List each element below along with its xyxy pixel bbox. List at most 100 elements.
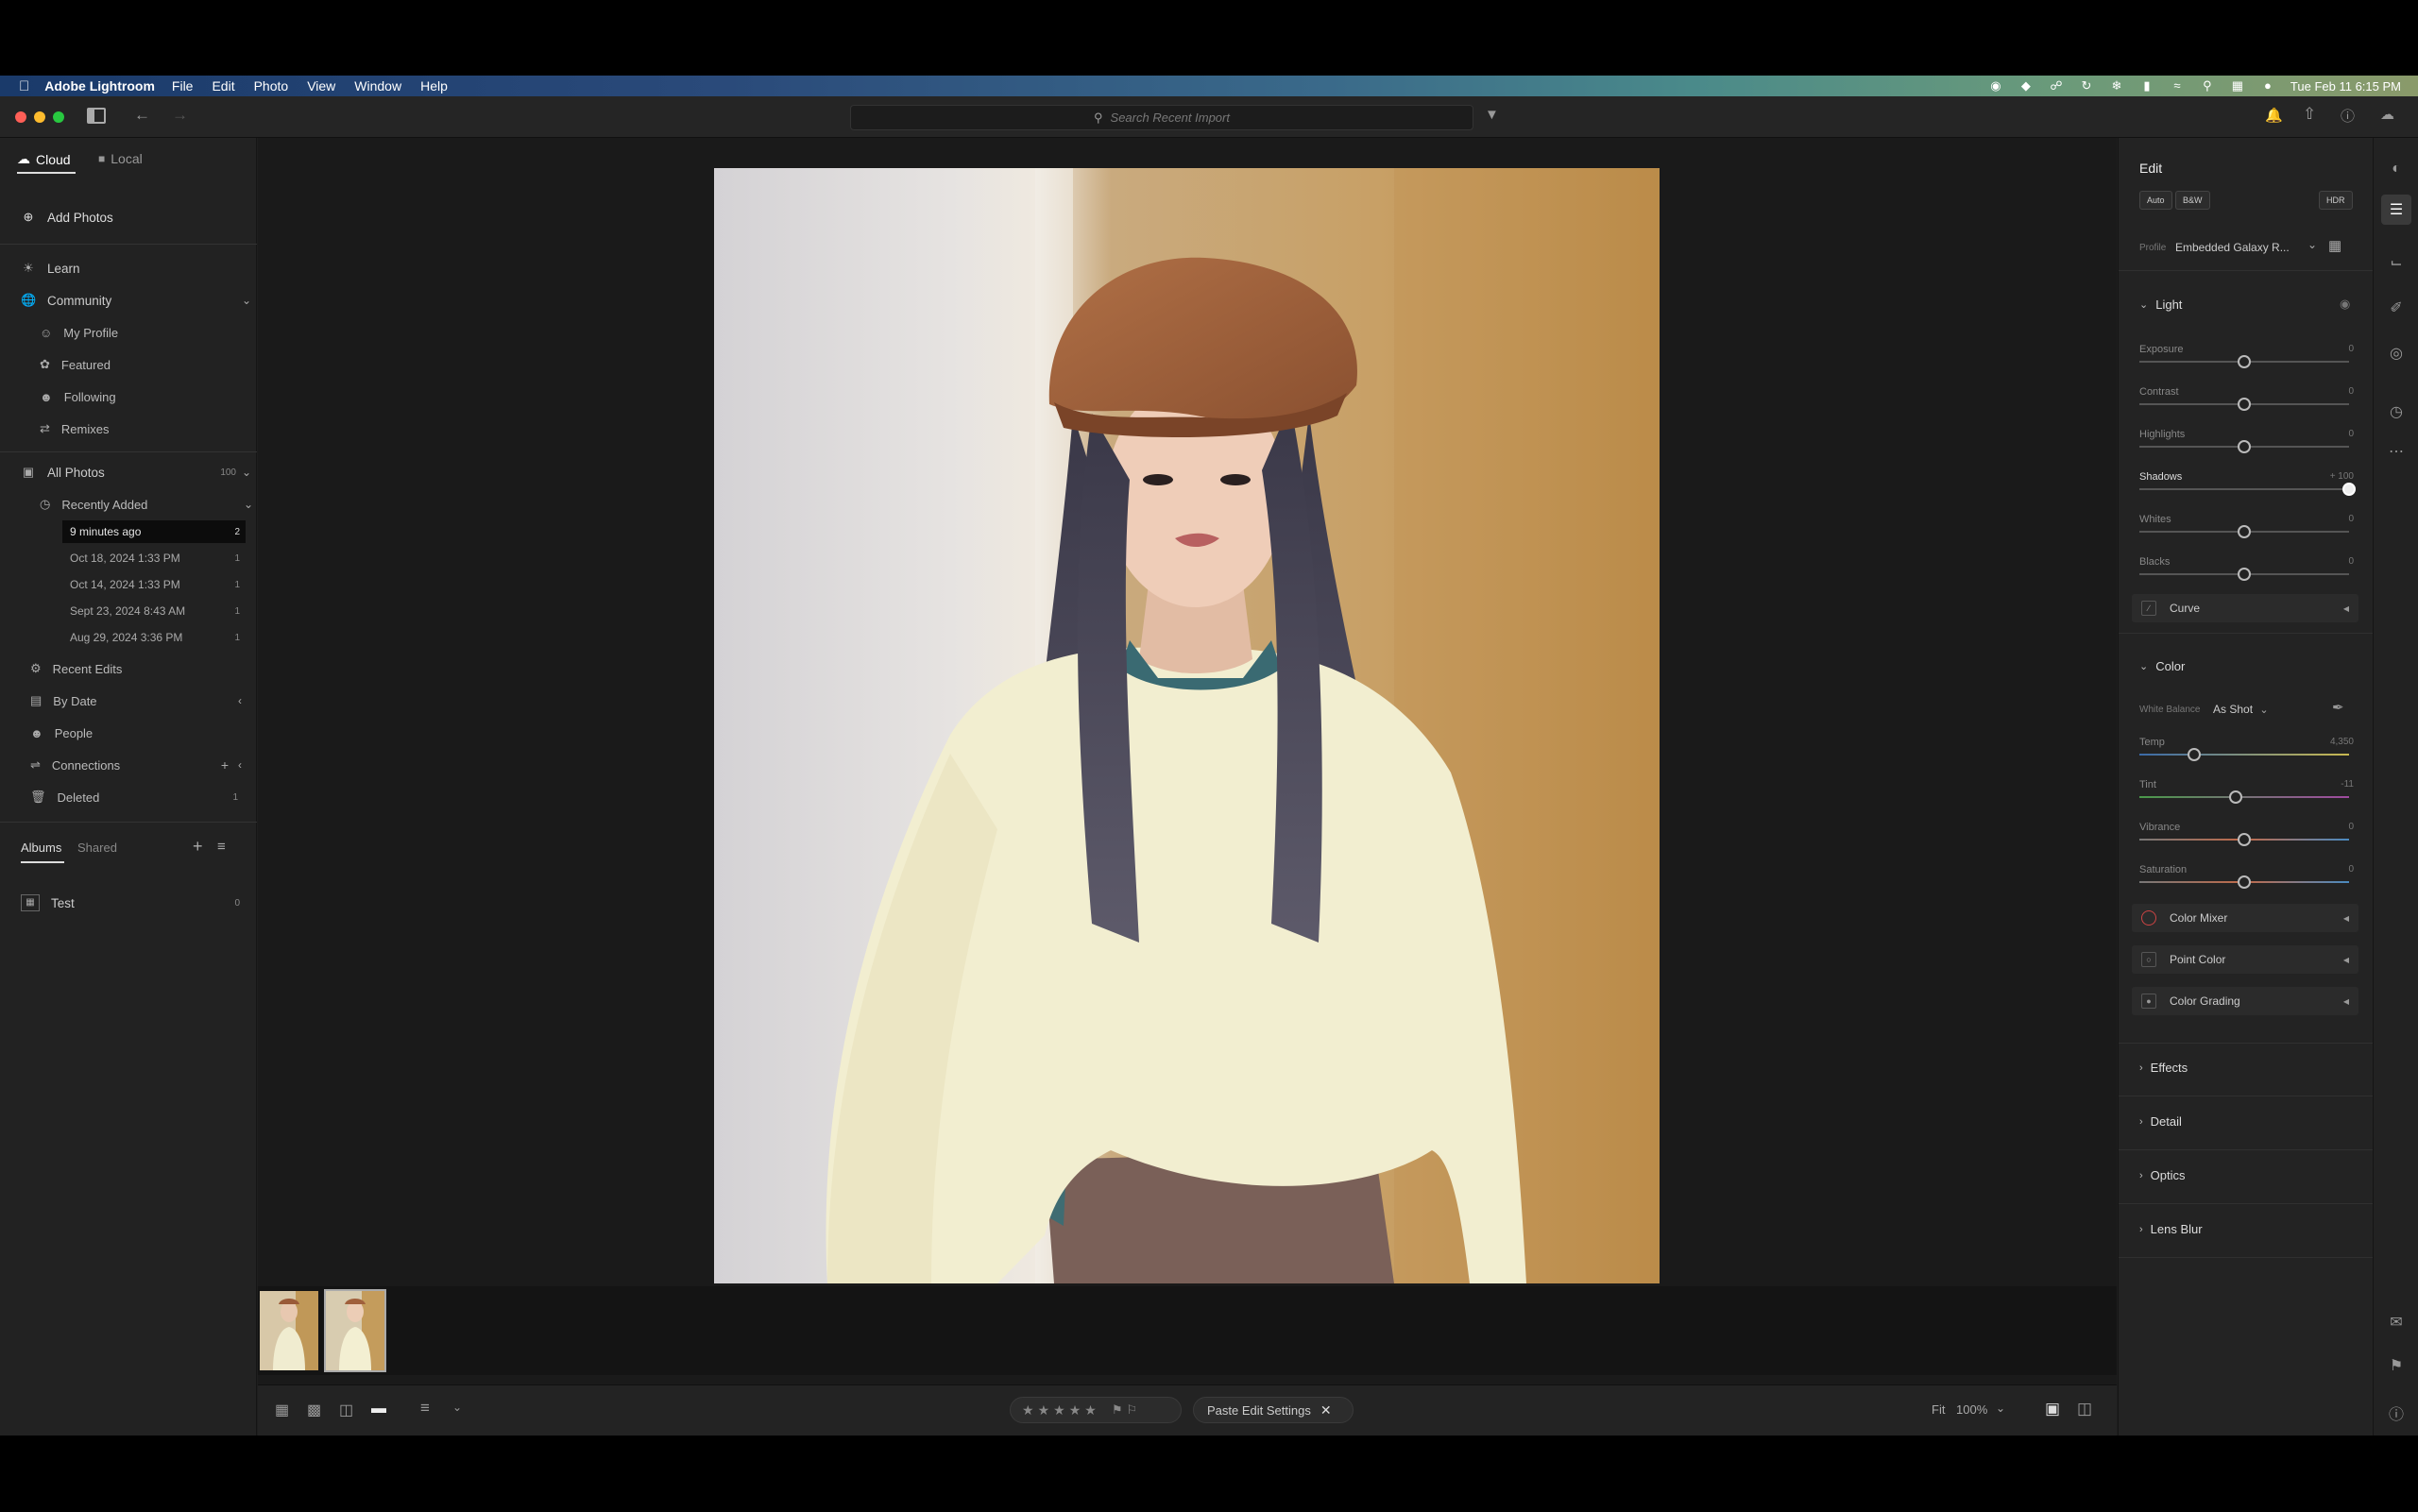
history-icon[interactable]: ◷ bbox=[2387, 402, 2406, 421]
album-item[interactable]: ▦ Test 0 bbox=[21, 892, 240, 914]
nav-deleted[interactable]: 🗑 Deleted 1 bbox=[30, 787, 238, 807]
nav-following[interactable]: ☻ Following bbox=[40, 386, 247, 407]
slider-value[interactable]: 0 bbox=[2348, 514, 2354, 524]
date-item[interactable]: Oct 18, 2024 1:33 PM 1 bbox=[62, 547, 246, 569]
star-1-icon[interactable]: ★ bbox=[1022, 1402, 1034, 1419]
slider-handle[interactable] bbox=[2238, 875, 2251, 889]
crop-icon[interactable]: ⌙ bbox=[2387, 253, 2406, 272]
slider-value[interactable]: 4,350 bbox=[2330, 737, 2354, 747]
slider-handle[interactable] bbox=[2238, 355, 2251, 368]
slider-handle[interactable] bbox=[2187, 748, 2201, 761]
slider-track[interactable] bbox=[2139, 754, 2349, 756]
slider-handle[interactable] bbox=[2238, 568, 2251, 581]
back-arrow-icon[interactable]: ← bbox=[134, 106, 150, 125]
battery-icon[interactable]: ▮ bbox=[2139, 79, 2154, 93]
wifi-icon[interactable]: ≈ bbox=[2170, 79, 2185, 93]
tab-shared[interactable]: Shared bbox=[77, 841, 117, 855]
star-5-icon[interactable]: ★ bbox=[1084, 1402, 1097, 1419]
slider-value[interactable]: 0 bbox=[2348, 556, 2354, 567]
chevron-down-icon[interactable]: ⌄ bbox=[242, 294, 251, 307]
nav-connections[interactable]: ⇌ Connections + ‹ bbox=[30, 755, 242, 775]
slider-handle[interactable] bbox=[2342, 483, 2356, 496]
apple-icon[interactable]:  bbox=[19, 78, 29, 94]
nav-remixes[interactable]: ⇄ Remixes bbox=[40, 418, 247, 439]
nav-recent-edits[interactable]: ⚙ Recent Edits bbox=[30, 658, 238, 679]
comments-icon[interactable]: ✉ bbox=[2387, 1313, 2406, 1332]
app-menu[interactable]: Adobe Lightroom bbox=[44, 78, 155, 93]
detail-section-header[interactable]: › Detail bbox=[2139, 1114, 2182, 1129]
menu-photo[interactable]: Photo bbox=[254, 78, 289, 93]
white-balance-dropdown[interactable]: As Shot ⌄ bbox=[2213, 703, 2269, 716]
masking-icon[interactable]: ◎ bbox=[2387, 344, 2406, 363]
menu-view[interactable]: View bbox=[307, 78, 335, 93]
chevron-down-icon[interactable]: ⌄ bbox=[242, 466, 251, 479]
filter-icon[interactable]: ▼ bbox=[1485, 107, 1499, 123]
sort-albums-icon[interactable]: ≡ bbox=[217, 839, 226, 855]
zoom-level[interactable]: 100% bbox=[1956, 1402, 1987, 1417]
chevron-down-icon[interactable]: ⌄ bbox=[244, 498, 253, 511]
filmstrip-thumbnail[interactable] bbox=[258, 1289, 320, 1372]
chevron-left-icon[interactable]: ‹ bbox=[238, 758, 242, 772]
point-color-panel-button[interactable]: ○ Point Color ◀ bbox=[2132, 945, 2358, 974]
date-item[interactable]: Oct 14, 2024 1:33 PM 1 bbox=[62, 573, 246, 596]
nav-my-profile[interactable]: ☺ My Profile bbox=[40, 322, 247, 343]
nav-by-date[interactable]: ▤ By Date ‹ bbox=[30, 690, 242, 711]
slider-value[interactable]: + 100 bbox=[2330, 471, 2354, 482]
tab-albums[interactable]: Albums bbox=[21, 841, 61, 855]
control-center-icon[interactable]: ▦ bbox=[2230, 79, 2245, 93]
bw-button[interactable]: B&W bbox=[2175, 191, 2210, 210]
eyedropper-icon[interactable]: ✒ bbox=[2332, 699, 2344, 716]
effects-section-header[interactable]: › Effects bbox=[2139, 1061, 2188, 1075]
minimize-window-button[interactable] bbox=[34, 111, 45, 123]
detail-view-icon[interactable]: ▬ bbox=[371, 1401, 386, 1418]
light-section-header[interactable]: ⌄ Light bbox=[2139, 297, 2182, 312]
gift-status-icon[interactable]: ❄ bbox=[2109, 79, 2124, 93]
slider-value[interactable]: 0 bbox=[2348, 386, 2354, 397]
color-mixer-panel-button[interactable]: Color Mixer ◀ bbox=[2132, 904, 2358, 932]
fit-label[interactable]: Fit bbox=[1932, 1402, 1945, 1417]
nav-community[interactable]: 🌐 Community ⌄ bbox=[21, 289, 251, 312]
curve-panel-button[interactable]: ∕ Curve ◀ bbox=[2132, 594, 2358, 622]
slider-handle[interactable] bbox=[2238, 525, 2251, 538]
menu-window[interactable]: Window bbox=[354, 78, 401, 93]
profile-dropdown[interactable]: Embedded Galaxy R... bbox=[2175, 241, 2290, 254]
menu-edit[interactable]: Edit bbox=[212, 78, 234, 93]
slider-handle[interactable] bbox=[2238, 440, 2251, 453]
zoom-chevron-down-icon[interactable]: ⌄ bbox=[1996, 1402, 2005, 1415]
date-item[interactable]: Aug 29, 2024 3:36 PM 1 bbox=[62, 626, 246, 649]
close-icon[interactable]: ✕ bbox=[1320, 1402, 1332, 1419]
slider-handle[interactable] bbox=[2238, 833, 2251, 846]
square-grid-view-icon[interactable]: ▦ bbox=[275, 1401, 289, 1419]
star-4-icon[interactable]: ★ bbox=[1069, 1402, 1081, 1419]
cloud-sync-icon[interactable]: ☁ bbox=[2380, 106, 2394, 123]
profile-chevron-down-icon[interactable]: ⌄ bbox=[2307, 238, 2317, 251]
date-item-selected[interactable]: 9 minutes ago 2 bbox=[62, 520, 246, 543]
keywords-tag-icon[interactable]: ⚑ bbox=[2387, 1356, 2406, 1375]
compare-view-icon[interactable]: ◫ bbox=[339, 1401, 353, 1419]
auto-button[interactable]: Auto bbox=[2139, 191, 2172, 210]
creative-cloud-status-icon[interactable]: ☍ bbox=[2049, 79, 2064, 93]
flag-pick-icon[interactable]: ⚑ bbox=[1112, 1402, 1123, 1418]
slider-value[interactable]: -11 bbox=[2341, 779, 2354, 790]
slider-track[interactable] bbox=[2139, 796, 2349, 798]
sidebar-toggle-icon[interactable] bbox=[87, 108, 106, 124]
slider-value[interactable]: 0 bbox=[2348, 822, 2354, 832]
zoom-window-button[interactable] bbox=[53, 111, 64, 123]
star-3-icon[interactable]: ★ bbox=[1053, 1402, 1065, 1419]
menu-file[interactable]: File bbox=[172, 78, 194, 93]
slider-handle[interactable] bbox=[2229, 790, 2243, 804]
notifications-bell-icon[interactable]: 🔔 bbox=[2265, 107, 2283, 124]
nav-learn[interactable]: ☀ Learn bbox=[21, 257, 247, 280]
filmstrip-toggle-icon[interactable]: ▣ bbox=[2045, 1400, 2060, 1419]
edit-sliders-icon[interactable]: ☰ bbox=[2387, 200, 2406, 219]
nav-people[interactable]: ☻ People bbox=[30, 722, 238, 743]
before-after-icon[interactable]: ◫ bbox=[2077, 1400, 2092, 1419]
more-options-icon[interactable]: ⋯ bbox=[2387, 442, 2406, 461]
spotlight-icon[interactable]: ⚲ bbox=[2200, 79, 2215, 93]
photo-grid-view-icon[interactable]: ▩ bbox=[307, 1401, 321, 1419]
help-icon[interactable]: ⓘ bbox=[2341, 106, 2355, 126]
menu-help[interactable]: Help bbox=[420, 78, 448, 93]
evernote-status-icon[interactable]: ◆ bbox=[2018, 79, 2034, 93]
share-icon[interactable]: ⇧ bbox=[2303, 105, 2316, 124]
paste-edit-settings-button[interactable]: Paste Edit Settings ✕ bbox=[1193, 1397, 1354, 1423]
